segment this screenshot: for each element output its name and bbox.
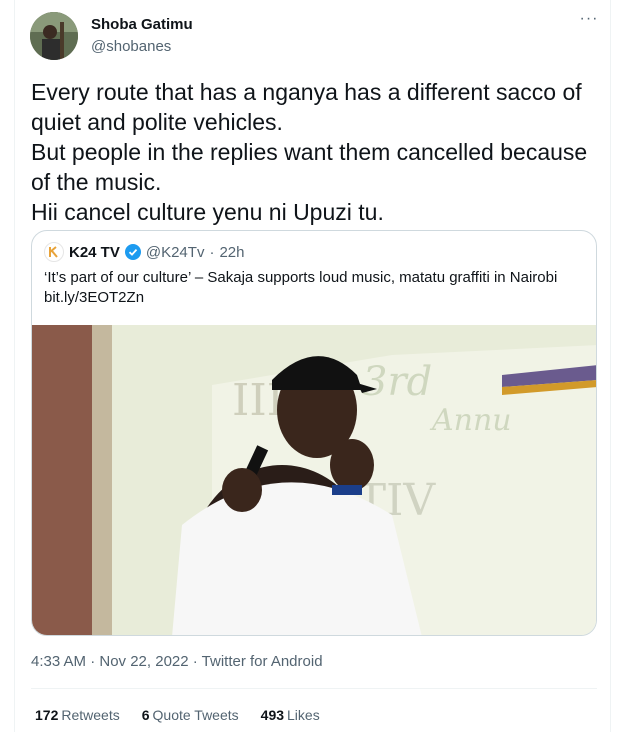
news-photo-icon[interactable]: III 3rd Annu LE ATIV S 20 [32, 325, 597, 636]
quoted-handle[interactable]: @K24Tv [146, 244, 205, 261]
quoted-time[interactable]: 22h [219, 244, 244, 261]
tweet-timestamp[interactable]: 4:33 AM · Nov 22, 2022 · Twitter for And… [31, 653, 323, 670]
quoted-tweet-link[interactable]: bit.ly/3EOT2Zn [44, 288, 584, 308]
tweet-stats: 172 Retweets 6 Quote Tweets 493 Likes [35, 707, 320, 723]
quoted-display-name[interactable]: K24 TV [69, 244, 120, 261]
quoted-tweet-card[interactable]: K24 TV @K24Tv · 22h ‘It’s part of our cu… [31, 230, 597, 636]
author-display-name[interactable]: Shoba Gatimu [91, 16, 193, 33]
likes-count: 493 [260, 707, 285, 723]
k24-logo-icon [44, 242, 64, 262]
retweets-label: Retweets [61, 707, 120, 723]
quotes-count: 6 [141, 707, 150, 723]
quoted-tweet-header: K24 TV @K24Tv · 22h [44, 242, 244, 262]
author-avatar[interactable] [30, 12, 78, 60]
likes-stat[interactable]: 493 Likes [261, 707, 320, 723]
author-handle[interactable]: @shobanes [91, 38, 171, 55]
divider [31, 688, 597, 689]
likes-label: Likes [287, 707, 320, 723]
avatar-photo-icon [30, 12, 78, 60]
quoted-tweet-body: ‘It’s part of our culture’ – Sakaja supp… [44, 269, 558, 286]
quote-tweets-stat[interactable]: 6 Quote Tweets [142, 707, 239, 723]
verified-badge-icon [124, 244, 141, 260]
svg-text:3rd: 3rd [362, 359, 432, 405]
svg-text:Annu: Annu [429, 403, 512, 438]
retweets-count: 172 [35, 707, 59, 723]
retweets-stat[interactable]: 172 Retweets [35, 707, 120, 723]
more-options-icon[interactable]: ··· [574, 8, 604, 38]
quoted-separator: · [209, 243, 215, 261]
tweet-text: Every route that has a nganya has a diff… [31, 79, 588, 225]
quotes-label: Quote Tweets [152, 707, 239, 723]
quoted-tweet-text: ‘It’s part of our culture’ – Sakaja supp… [44, 268, 584, 308]
